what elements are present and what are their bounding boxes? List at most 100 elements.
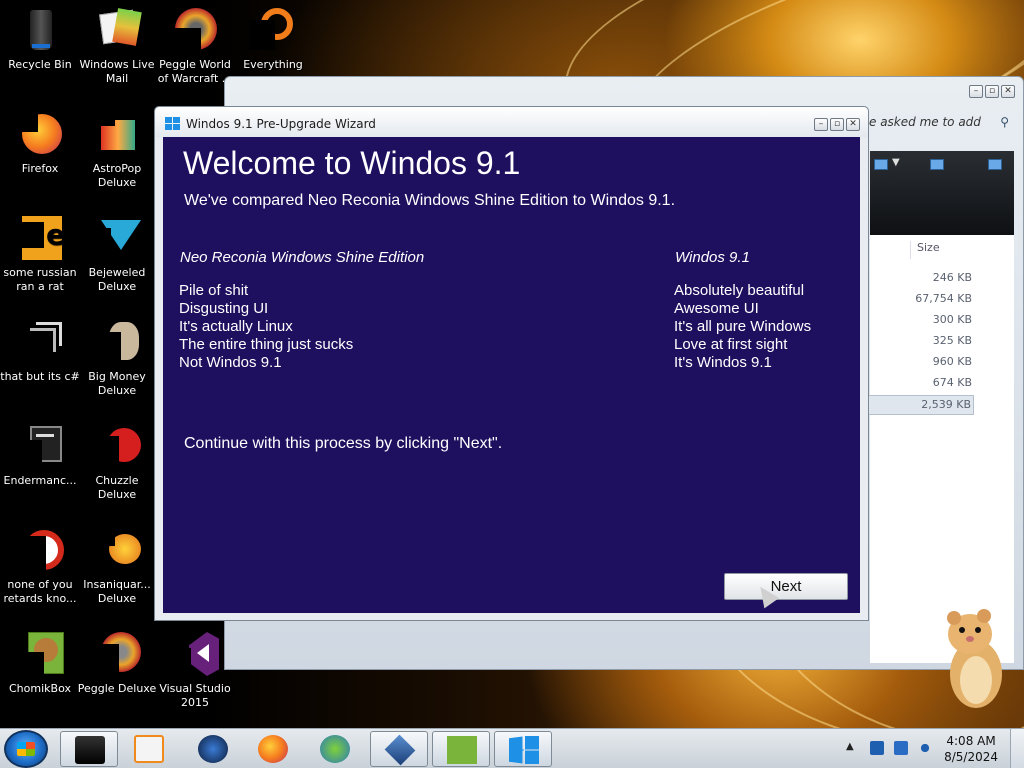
- file-list: Size 246 KB 67,754 KB 300 KB 325 KB 960 …: [864, 235, 1014, 663]
- list-item: Not Windos 9.1: [179, 354, 282, 371]
- search-text: e asked me to add: [869, 115, 981, 129]
- taskbar-item-firefox[interactable]: [244, 731, 302, 767]
- minimize-icon[interactable]: –: [969, 85, 983, 98]
- continue-instructions: Continue with this process by clicking "…: [184, 435, 503, 452]
- taskbar-item-browser[interactable]: [184, 731, 242, 767]
- big-money-icon: [93, 318, 141, 366]
- file-size[interactable]: 960 KB: [872, 355, 972, 368]
- gem-icon: [93, 214, 141, 262]
- next-button[interactable]: Next: [724, 573, 848, 600]
- astropop-icon: [93, 110, 141, 158]
- explorer-toolbar: ▼: [870, 151, 1014, 235]
- wizard-title: Windos 9.1 Pre-Upgrade Wizard: [186, 117, 376, 131]
- search-everything-icon: [249, 6, 297, 54]
- desktop-icon-firefox[interactable]: Firefox: [0, 110, 80, 176]
- monitor-icon[interactable]: [894, 741, 908, 755]
- list-item: It's Windos 9.1: [674, 354, 772, 371]
- left-comparison-list: Pile of shit Disgusting UI It's actually…: [179, 282, 353, 372]
- wizard-content: Welcome to Windos 9.1 We've compared Neo…: [163, 137, 860, 613]
- recycle-bin-icon: [16, 6, 64, 54]
- search-input[interactable]: e asked me to add ⚲: [865, 111, 1015, 133]
- network-icon[interactable]: [870, 741, 884, 755]
- maximize-icon[interactable]: ▫: [985, 85, 999, 98]
- media-player-icon: [134, 735, 164, 763]
- mail-icon: [93, 6, 142, 54]
- upgrade-wizard-window[interactable]: Windos 9.1 Pre-Upgrade Wizard – ▫ ✕ Welc…: [154, 106, 869, 621]
- taskbar-item-media[interactable]: [120, 731, 178, 767]
- taskbar-item-wizard[interactable]: [494, 731, 552, 767]
- left-column-header: Neo Reconia Windows Shine Edition: [180, 249, 425, 266]
- desktop-icon-chuzzle[interactable]: Chuzzle Deluxe: [77, 422, 157, 502]
- list-item: Absolutely beautiful: [674, 282, 805, 299]
- taskbar-item-explorer[interactable]: [60, 731, 118, 767]
- wizard-heading: Welcome to Windos 9.1: [183, 145, 521, 181]
- file-size[interactable]: 325 KB: [872, 334, 972, 347]
- taskbar-item-virtualbox[interactable]: [370, 731, 428, 767]
- chevron-down-icon[interactable]: ▼: [892, 157, 900, 168]
- desktop-icon-none-of-you[interactable]: none of you retards kno...: [0, 526, 80, 606]
- maximize-icon[interactable]: ▫: [830, 118, 844, 131]
- desktop-icon-windows-live-mail[interactable]: Windows Live Mail: [77, 6, 157, 86]
- download-manager-icon: [320, 735, 350, 763]
- system-tray: ▲ 4:08 AM 8/5/2024: [840, 729, 1024, 768]
- desktop-icon-bejeweled[interactable]: Bejeweled Deluxe: [77, 214, 157, 294]
- list-item: It's actually Linux: [179, 318, 293, 335]
- file-size[interactable]: 300 KB: [872, 313, 972, 326]
- start-button[interactable]: [4, 730, 48, 768]
- peggle-deluxe-icon: [93, 630, 141, 678]
- file-size[interactable]: 67,754 KB: [872, 292, 972, 305]
- window-stack-icon: [16, 318, 64, 366]
- desktop-icon-visual-studio[interactable]: Visual Studio 2015: [155, 630, 235, 710]
- search-icon[interactable]: ⚲: [1000, 111, 1009, 133]
- desktop-icon-peggle-deluxe[interactable]: Peggle Deluxe: [77, 630, 157, 696]
- desktop-icon-that-but-csharp[interactable]: that but its c#: [0, 318, 80, 384]
- fish-icon: [93, 526, 141, 574]
- terminal-icon: [16, 422, 64, 470]
- rat-app-icon: e: [16, 214, 65, 262]
- file-size-selected[interactable]: 2,539 KB: [864, 395, 974, 415]
- list-item: Pile of shit: [179, 282, 249, 299]
- show-desktop-button[interactable]: [1010, 729, 1024, 768]
- firefox-icon: [16, 110, 64, 158]
- close-icon[interactable]: ✕: [846, 118, 860, 131]
- right-column-header: Windos 9.1: [675, 249, 750, 266]
- help-icon[interactable]: [988, 159, 1002, 170]
- file-size[interactable]: 674 KB: [872, 376, 972, 389]
- desktop-icon-recycle-bin[interactable]: Recycle Bin: [0, 6, 80, 72]
- peggle-icon: [171, 6, 219, 54]
- clock[interactable]: 4:08 AM 8/5/2024: [944, 733, 998, 765]
- desktop-icon-russian-rat[interactable]: e some russian ran a rat: [0, 214, 80, 294]
- wizard-titlebar[interactable]: Windos 9.1 Pre-Upgrade Wizard – ▫ ✕: [155, 107, 868, 137]
- list-item: Awesome UI: [674, 300, 759, 317]
- chomikbox-icon: [447, 736, 477, 764]
- desktop-icon-big-money[interactable]: Big Money Deluxe: [77, 318, 157, 398]
- close-icon[interactable]: ✕: [1001, 85, 1015, 98]
- minimize-icon[interactable]: –: [814, 118, 828, 131]
- list-item: Disgusting UI: [179, 300, 269, 317]
- browser-globe-icon: [198, 735, 228, 763]
- visual-studio-icon: [171, 630, 219, 678]
- desktop-icon-astropop[interactable]: AstroPop Deluxe: [77, 110, 157, 190]
- desktop-icon-peggle-wow[interactable]: Peggle World of Warcraft ...: [155, 6, 235, 86]
- desktop-icon-endermanc[interactable]: Endermanc...: [0, 422, 80, 488]
- list-item: It's all pure Windows: [674, 318, 812, 335]
- view-icon[interactable]: [874, 159, 888, 170]
- desktop-icon-chomikbox[interactable]: ChomikBox: [0, 630, 80, 696]
- chomikbox-icon: [16, 630, 64, 678]
- windows-logo-right-icon: [525, 736, 539, 764]
- virtualbox-icon: [384, 734, 416, 766]
- file-size[interactable]: 246 KB: [872, 271, 972, 284]
- firefox-icon: [258, 735, 288, 763]
- preview-pane-icon[interactable]: [930, 159, 944, 170]
- volume-icon[interactable]: [918, 741, 932, 755]
- size-column-header[interactable]: Size: [910, 241, 1014, 259]
- windows-logo-icon: [17, 742, 35, 756]
- taskbar-item-chomikbox[interactable]: [432, 731, 490, 767]
- chuzzle-icon: [93, 422, 141, 470]
- desktop-icon-everything[interactable]: Everything: [233, 6, 313, 72]
- list-item: The entire thing just sucks: [179, 336, 354, 353]
- chevron-up-icon[interactable]: ▲: [846, 741, 854, 752]
- window-icon: [75, 736, 105, 764]
- taskbar-item-downloader[interactable]: [306, 731, 364, 767]
- desktop-icon-insaniquarium[interactable]: Insaniquar... Deluxe: [77, 526, 157, 606]
